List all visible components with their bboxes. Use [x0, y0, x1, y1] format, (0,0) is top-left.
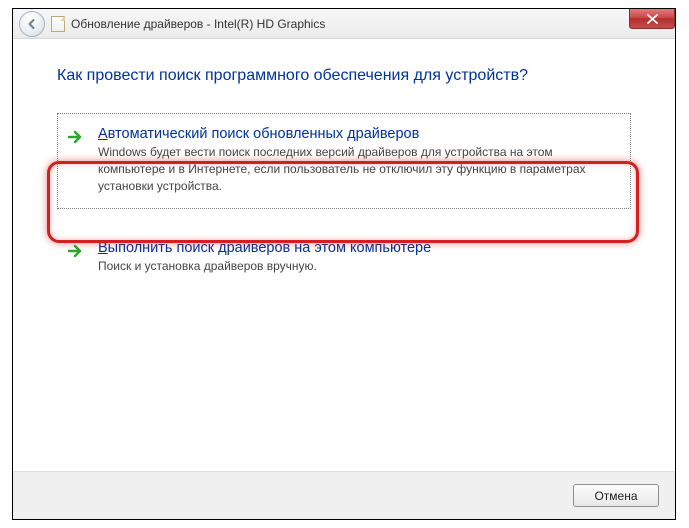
footer: Отмена: [13, 471, 675, 519]
option-manual-desc: Поиск и установка драйверов вручную.: [98, 258, 614, 275]
titlebar: Обновление драйверов - Intel(R) HD Graph…: [13, 9, 675, 39]
driver-update-window: Обновление драйверов - Intel(R) HD Graph…: [13, 9, 675, 519]
back-button[interactable]: [19, 11, 45, 37]
option-auto-title: Автоматический поиск обновленных драйвер…: [98, 126, 614, 142]
document-icon: [51, 16, 65, 32]
option-auto-search[interactable]: Автоматический поиск обновленных драйвер…: [57, 113, 631, 209]
option-auto-desc: Windows будет вести поиск последних верс…: [98, 144, 614, 194]
page-heading: Как провести поиск программного обеспече…: [57, 67, 631, 85]
option-manual-title: Выполнить поиск драйверов на этом компью…: [98, 240, 614, 256]
body-area: Как провести поиск программного обеспече…: [13, 39, 675, 471]
window-title: Обновление драйверов - Intel(R) HD Graph…: [71, 17, 325, 31]
cancel-button[interactable]: Отмена: [573, 484, 659, 507]
window-outline: Обновление драйверов - Intel(R) HD Graph…: [12, 8, 676, 520]
arrow-right-icon: [66, 128, 84, 146]
option-manual-search[interactable]: Выполнить поиск драйверов на этом компью…: [57, 227, 631, 290]
arrow-right-icon: [66, 242, 84, 260]
close-button[interactable]: [629, 9, 675, 29]
